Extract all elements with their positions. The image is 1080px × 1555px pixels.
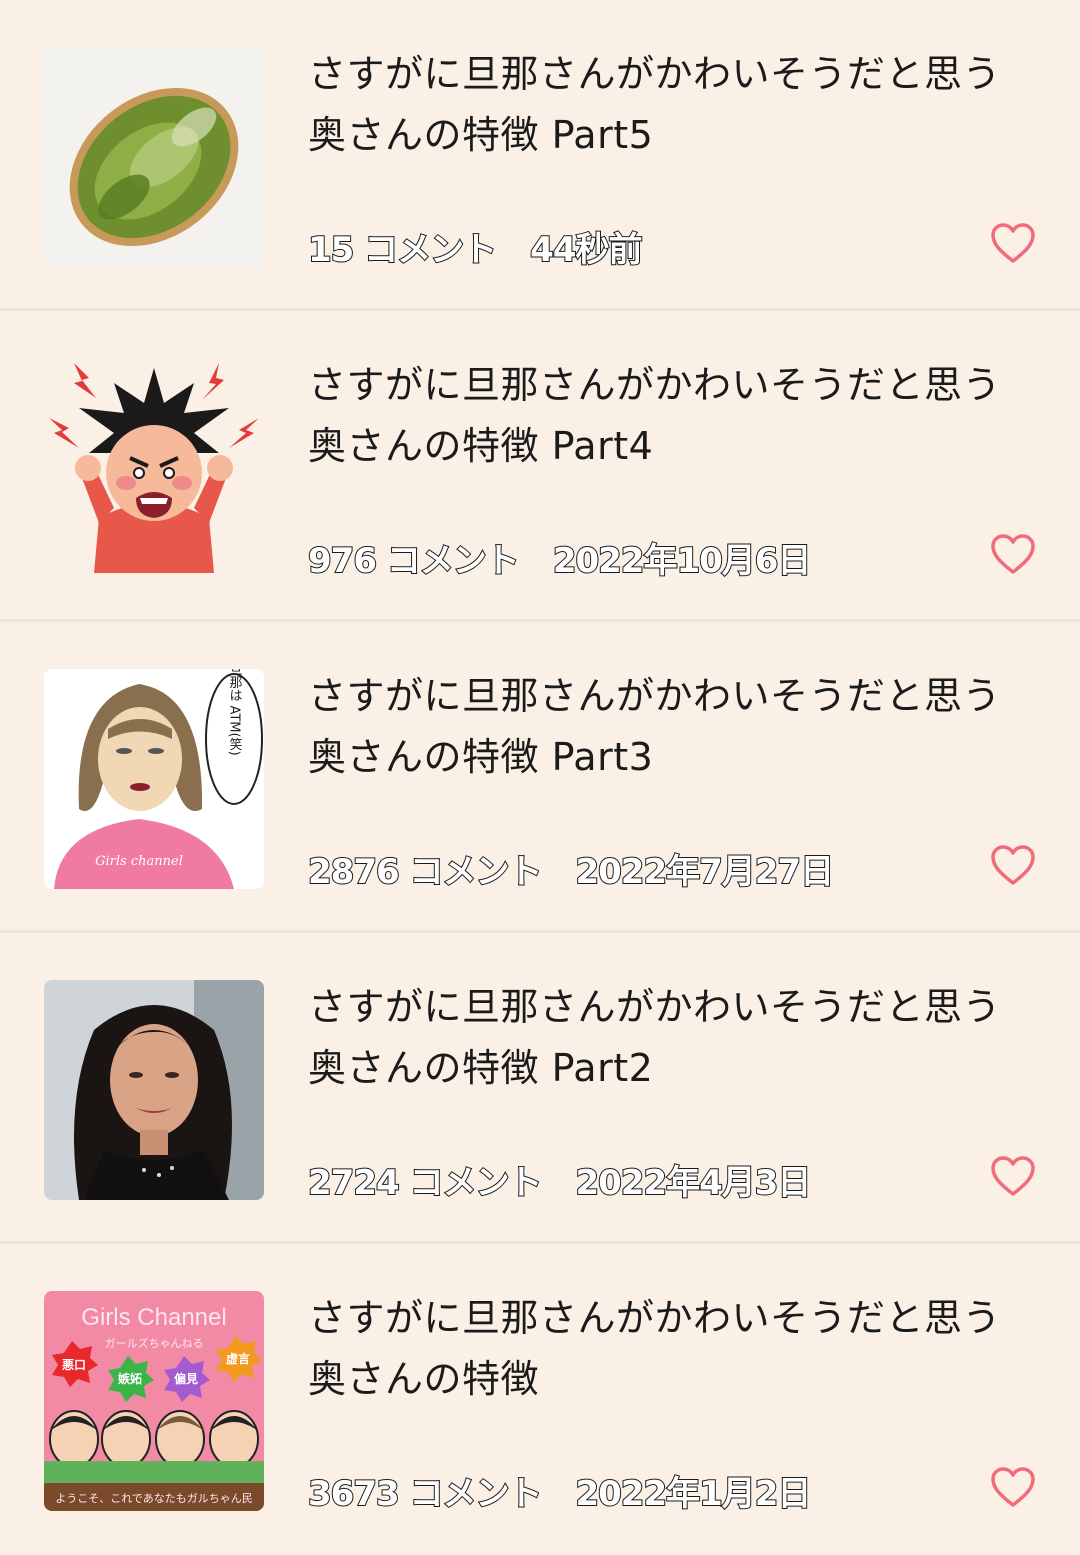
thumb-caption: Girls channel [95,854,183,869]
comment-count: 976 コメント [307,540,521,582]
topic-meta: 3673 コメント 2022年1月2日 [307,1466,812,1515]
favorite-button[interactable] [990,222,1036,264]
badge-label: 虚言 [226,1351,250,1366]
topic-title[interactable]: さすがに旦那さんがかわいそうだと思う 奥さんの特徴 Part2 [308,977,1028,1099]
topic-title-line: さすがに旦那さんがかわいそうだと思う [308,363,1002,407]
topic-item[interactable]: さすがに旦那さんがかわいそうだと思う 奥さんの特徴 Part2 2724 コメン… [0,933,1080,1244]
topic-item[interactable]: さすがに旦那さんがかわいそうだと思う 奥さんの特徴 Part5 15 コメント 4… [0,0,1080,311]
topic-title[interactable]: さすがに旦那さんがかわいそうだと思う 奥さんの特徴 Part3 [308,666,1028,788]
topic-title-line: さすがに旦那さんがかわいそうだと思う [308,985,1002,1029]
post-time: 2022年4月3日 [574,1162,812,1204]
comment-count: 3673 コメント [307,1473,543,1515]
topic-thumbnail[interactable]: Girls Channel ガールズちゃんねる 悪口 嫉妬 偏見 虚言 ようこそ… [44,1291,264,1511]
comment-count: 2724 コメント [307,1162,543,1204]
comment-count: 15 コメント [307,229,498,271]
badge-label: 偏見 [174,1371,198,1386]
topic-meta: 2724 コメント 2022年4月3日 [307,1155,812,1204]
topic-item[interactable]: Girls Channel ガールズちゃんねる 悪口 嫉妬 偏見 虚言 ようこそ… [0,1244,1080,1555]
favorite-button[interactable] [990,1466,1036,1508]
banner-footer: ようこそ、これであなたもガルちゃん民 [55,1492,253,1505]
topic-meta: 976 コメント 2022年10月6日 [307,533,813,582]
topic-thumbnail[interactable] [44,47,264,267]
badge-label: 嫉妬 [118,1371,142,1386]
topic-item[interactable]: さすがに旦那さんがかわいそうだと思う 奥さんの特徴 Part4 976 コメント… [0,311,1080,622]
topic-title-line: さすがに旦那さんがかわいそうだと思う [308,674,1002,718]
heart-icon [991,845,1035,885]
topic-meta: 2876 コメント 2022年7月27日 [307,844,835,893]
favorite-button[interactable] [990,533,1036,575]
topic-thumbnail[interactable] [44,980,264,1200]
angry-person-illustration [44,358,264,578]
topic-list: さすがに旦那さんがかわいそうだと思う 奥さんの特徴 Part5 15 コメント 4… [0,0,1080,1555]
girls-channel-banner: Girls Channel ガールズちゃんねる 悪口 嫉妬 偏見 虚言 ようこそ… [44,1291,264,1511]
heart-icon [991,1156,1035,1196]
favorite-button[interactable] [990,844,1036,886]
sprouts-bento-image [44,47,264,267]
heart-icon [991,534,1035,574]
post-time: 44秒前 [529,229,643,271]
topic-title-line: 奥さんの特徴 Part3 [308,735,654,779]
topic-title-line: 奥さんの特徴 [308,1357,540,1401]
topic-title-line: さすがに旦那さんがかわいそうだと思う [308,52,1002,96]
post-time: 2022年7月27日 [574,851,835,893]
badge-label: 悪口 [62,1358,86,1372]
topic-title[interactable]: さすがに旦那さんがかわいそうだと思う 奥さんの特徴 Part5 [308,44,1028,166]
woman-photo [44,980,264,1200]
heart-icon [991,223,1035,263]
banner-title: Girls Channel [81,1304,226,1331]
topic-title[interactable]: さすがに旦那さんがかわいそうだと思う 奥さんの特徴 Part4 [308,355,1028,477]
speech-text: 旦那は ATM(笑) [227,669,243,756]
topic-title-line: さすがに旦那さんがかわいそうだと思う [308,1296,1002,1340]
post-time: 2022年10月6日 [552,540,813,582]
topic-item[interactable]: 旦那は ATM(笑) Girls channel さすがに旦那さんがかわいそうだ… [0,622,1080,933]
woman-caricature-illustration: 旦那は ATM(笑) Girls channel [44,669,264,889]
comment-count: 2876 コメント [307,851,543,893]
topic-title-line: 奥さんの特徴 Part2 [308,1046,654,1090]
topic-title-line: 奥さんの特徴 Part5 [308,113,654,157]
heart-icon [991,1467,1035,1507]
post-time: 2022年1月2日 [574,1473,812,1515]
topic-thumbnail[interactable]: 旦那は ATM(笑) Girls channel [44,669,264,889]
topic-meta: 15 コメント 44秒前 [307,222,643,271]
topic-title-line: 奥さんの特徴 Part4 [308,424,654,468]
banner-subtitle: ガールズちゃんねる [105,1336,204,1350]
topic-thumbnail[interactable] [44,358,264,578]
topic-title[interactable]: さすがに旦那さんがかわいそうだと思う 奥さんの特徴 [308,1288,1028,1410]
favorite-button[interactable] [990,1155,1036,1197]
